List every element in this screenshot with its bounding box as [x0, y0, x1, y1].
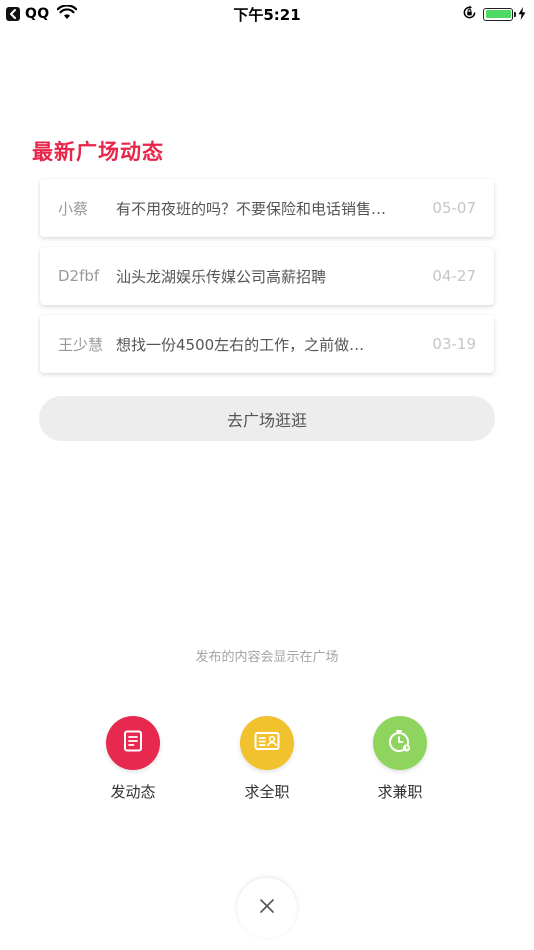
id-card-icon: [253, 729, 281, 757]
status-bar-right: [462, 4, 526, 24]
seek-fulltime-button[interactable]: 求全职: [222, 716, 312, 802]
feed-date: 03-19: [432, 335, 476, 353]
feed-date: 04-27: [432, 267, 476, 285]
feed-user: 王少慧: [58, 335, 104, 354]
close-icon: [259, 898, 275, 918]
feed-card[interactable]: D2fbf 汕头龙湖娱乐传媒公司高薪招聘 04-27: [40, 247, 494, 305]
feed-message: 汕头龙湖娱乐传媒公司高薪招聘: [116, 267, 327, 286]
seek-parttime-button[interactable]: 求兼职: [355, 716, 445, 802]
seek-parttime-circle[interactable]: [373, 716, 427, 770]
post-update-circle[interactable]: [106, 716, 160, 770]
feed-card[interactable]: 小蔡 有不用夜班的吗？不要保险和电话销售… 05-07: [40, 179, 494, 237]
feed-date: 05-07: [432, 199, 476, 217]
publish-hint: 发布的内容会显示在广场: [195, 650, 339, 665]
status-bar-time: 下午5:21: [233, 6, 301, 24]
close-button[interactable]: [237, 878, 297, 938]
seek-fulltime-label: 求全职: [244, 783, 290, 801]
charging-bolt-icon: [518, 5, 526, 24]
feed-message: 想找一份4500左右的工作，之前做…: [116, 335, 365, 354]
clock-icon: [386, 727, 414, 759]
feed-user: 小蔡: [58, 199, 89, 218]
post-document-icon: [120, 728, 146, 758]
go-square-button[interactable]: 去广场逛逛: [39, 396, 495, 441]
post-update-button[interactable]: 发动态: [88, 716, 178, 802]
status-bar: QQ 下午5:21: [0, 0, 534, 28]
feed-message: 有不用夜班的吗？不要保险和电话销售…: [116, 199, 387, 218]
seek-parttime-label: 求兼职: [377, 783, 423, 801]
battery-fill: [485, 10, 511, 18]
battery-icon: [483, 7, 516, 21]
section-title: 最新广场动态: [32, 140, 164, 164]
rotation-lock-icon: [462, 4, 477, 24]
feed-card[interactable]: 王少慧 想找一份4500左右的工作，之前做… 03-19: [40, 315, 494, 373]
post-update-label: 发动态: [110, 783, 156, 801]
feed-user: D2fbf: [58, 267, 100, 285]
seek-fulltime-circle[interactable]: [240, 716, 294, 770]
